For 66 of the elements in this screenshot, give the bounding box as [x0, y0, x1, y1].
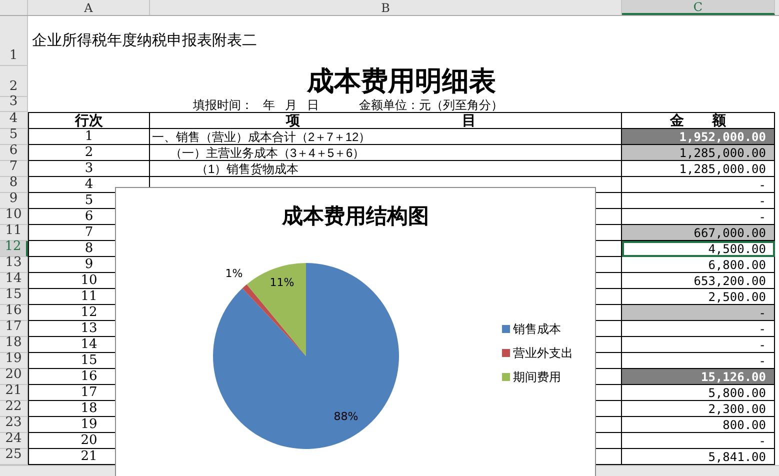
- row-header[interactable]: 23: [0, 417, 28, 433]
- legend-label: 营业外支出: [513, 345, 573, 361]
- row-header[interactable]: 3: [0, 97, 28, 112]
- table-cell: （1）销售货物成本: [150, 161, 622, 177]
- data-label: 88%: [334, 410, 358, 423]
- chart-title: 成本费用结构图: [282, 203, 429, 228]
- table-cell[interactable]: 1,952,000.00: [622, 129, 775, 145]
- table-cell[interactable]: -: [622, 193, 775, 209]
- row-header[interactable]: 13: [0, 257, 28, 273]
- form-code-text: 企业所得税年度纳税申报表附表二: [32, 30, 257, 51]
- row-header[interactable]: 9: [0, 193, 28, 209]
- table-cell: 一、销售（营业）成本合计（2＋7＋12）: [150, 129, 622, 145]
- table-cell[interactable]: 1,285,000.00: [622, 145, 775, 161]
- table-cell[interactable]: 2,300.00: [622, 401, 775, 417]
- row-header[interactable]: 21: [0, 385, 28, 401]
- unit-label: 金额单位：元（列至角分）: [359, 98, 504, 112]
- table-cell[interactable]: -: [622, 321, 775, 337]
- row-header[interactable]: 19: [0, 353, 28, 369]
- data-label: 1%: [225, 267, 243, 280]
- legend-label: 期间费用: [513, 369, 561, 385]
- column-heading: 项: [286, 111, 300, 130]
- row-header[interactable]: 7: [0, 161, 28, 177]
- row-header[interactable]: 2: [0, 66, 28, 97]
- table-cell[interactable]: 6,800.00: [622, 257, 775, 273]
- row-header[interactable]: 1: [0, 16, 28, 66]
- column-heading: 金 额: [622, 112, 775, 129]
- table-cell[interactable]: 800.00: [622, 417, 775, 433]
- table-cell[interactable]: -: [622, 433, 775, 449]
- table-cell[interactable]: 1,285,000.00: [622, 161, 775, 177]
- table-cell[interactable]: 15,126.00: [622, 369, 775, 385]
- column-header[interactable]: C: [622, 0, 775, 15]
- legend-label: 销售成本: [513, 321, 561, 337]
- sheet-title: 成本费用明细表: [307, 66, 496, 97]
- row-header[interactable]: 8: [0, 177, 28, 193]
- row-header[interactable]: 6: [0, 145, 28, 161]
- table-cell[interactable]: -: [622, 177, 775, 193]
- row-header[interactable]: 11: [0, 225, 28, 241]
- table-cell[interactable]: 4,500.00: [622, 241, 775, 257]
- table-cell: 3: [28, 161, 150, 177]
- row-header[interactable]: 4: [0, 112, 28, 129]
- row-header[interactable]: 15: [0, 289, 28, 305]
- table-cell[interactable]: 653,200.00: [622, 273, 775, 289]
- row-header[interactable]: 18: [0, 337, 28, 353]
- table-cell[interactable]: 5,800.00: [622, 385, 775, 401]
- row-header[interactable]: 20: [0, 369, 28, 385]
- table-cell: 2: [28, 145, 150, 161]
- row-header[interactable]: 5: [0, 129, 28, 145]
- row-header[interactable]: 22: [0, 401, 28, 417]
- row-header[interactable]: 25: [0, 449, 28, 465]
- chart-panel[interactable]: 成本费用结构图 88% 1% 11% 销售成本 营业外支出 期间费用: [115, 187, 596, 476]
- column-heading: 行次: [28, 112, 150, 129]
- row-header[interactable]: 10: [0, 209, 28, 225]
- row-header[interactable]: 14: [0, 273, 28, 289]
- table-cell: （一）主营业务成本（3＋4＋5＋6）: [150, 145, 622, 161]
- row-header[interactable]: 17: [0, 321, 28, 337]
- row-header[interactable]: 12: [0, 241, 28, 257]
- table-cell[interactable]: -: [622, 305, 775, 321]
- data-label: 11%: [270, 276, 294, 289]
- table-cell: 1: [28, 129, 150, 145]
- table-cell[interactable]: 667,000.00: [622, 225, 775, 241]
- column-header[interactable]: A: [28, 0, 150, 15]
- row-header[interactable]: 24: [0, 433, 28, 449]
- column-heading: 目: [462, 111, 476, 130]
- table-cell[interactable]: -: [622, 337, 775, 353]
- fill-date-label: 填报时间： 年 月 日: [193, 98, 320, 112]
- row-header[interactable]: 16: [0, 305, 28, 321]
